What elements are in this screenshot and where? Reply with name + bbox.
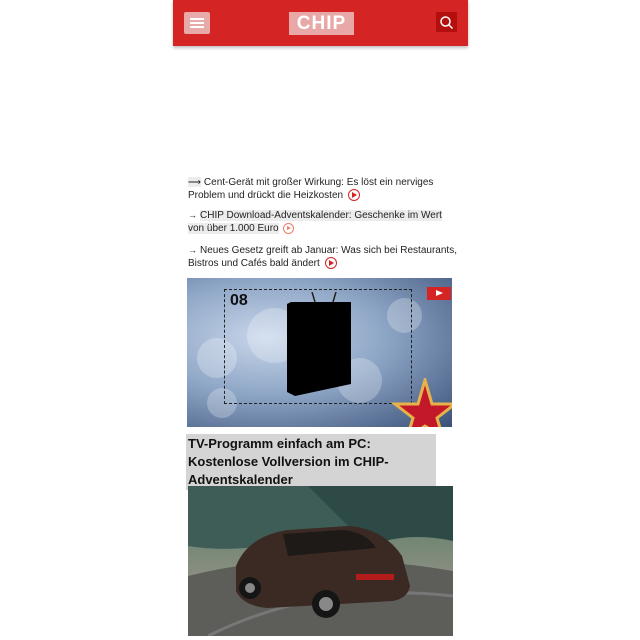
arrow-right-icon: → — [188, 245, 197, 255]
search-button[interactable] — [436, 12, 457, 32]
play-circle-icon[interactable] — [347, 189, 360, 202]
chip-logo[interactable]: CHIP — [289, 12, 354, 35]
article-image-car[interactable] — [188, 486, 453, 636]
news-item[interactable]: → CHIP Download-Adventskalender: Geschenk… — [188, 209, 458, 235]
day-number: 08 — [230, 292, 248, 309]
arrow-right-icon: → — [188, 210, 197, 220]
news-item[interactable]: → Neues Gesetz greift ab Januar: Was sich… — [188, 244, 458, 270]
news-item-text[interactable]: Neues Gesetz greift ab Januar: Was sich … — [188, 245, 457, 269]
search-icon — [440, 16, 454, 30]
hamburger-menu-icon[interactable] — [184, 12, 210, 34]
star-icon — [390, 378, 452, 427]
video-thumbnail[interactable]: 08 — [187, 278, 452, 427]
news-item[interactable]: ⟶ Cent-Gerät mit großer Wirkung: Es löst … — [188, 176, 458, 202]
article-headline[interactable]: TV-Programm einfach am PC: Kostenlose Vo… — [186, 434, 436, 490]
youtube-play-icon[interactable] — [427, 287, 451, 300]
news-item-text[interactable]: CHIP Download-Adventskalender: Geschenke… — [188, 210, 442, 234]
arrow-right-icon: ⟶ — [188, 177, 201, 187]
news-item-text[interactable]: Cent-Gerät mit großer Wirkung: Es löst e… — [188, 177, 433, 201]
site-header: CHIP — [173, 0, 468, 46]
car-photo-illustration — [188, 486, 453, 636]
gift-bag-icon — [287, 292, 351, 396]
play-circle-icon[interactable] — [283, 222, 295, 234]
play-circle-icon[interactable] — [324, 257, 337, 270]
